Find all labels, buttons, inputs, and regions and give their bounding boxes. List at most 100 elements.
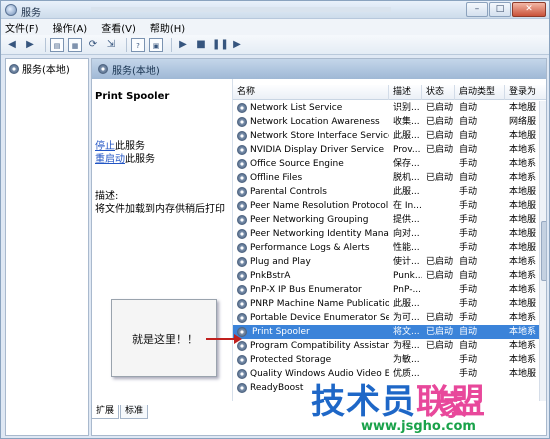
help-icon[interactable]: ?	[131, 37, 145, 52]
tab-standard[interactable]: 标准	[120, 405, 149, 419]
service-startup-type: 自动	[459, 117, 478, 127]
view-icon[interactable]: ▣	[149, 37, 163, 52]
callout-text: 就是这里！！	[132, 333, 198, 346]
column-header-description[interactable]: 描述	[389, 84, 422, 100]
service-name: Print Spooler	[250, 325, 312, 339]
properties-icon[interactable]: ▦	[68, 37, 82, 52]
service-name-cell: Program Compatibility Assistant S...	[233, 339, 389, 353]
service-name-cell: Peer Networking Identity Manager	[233, 227, 389, 241]
watermark-url: www.jsgho.com	[361, 419, 476, 434]
toolbar-divider	[126, 37, 127, 52]
service-row[interactable]: Network Store Interface Service 此服... 已启动自…	[233, 129, 546, 143]
service-row[interactable]: Offline Files 脱机... 已启动 自动 本地系	[233, 171, 546, 185]
pane-header: 服务(本地)	[92, 59, 546, 79]
menu-help[interactable]: 帮助(H)	[150, 20, 185, 35]
view-tabs: 扩展 标准	[91, 405, 211, 419]
services-rows: Network List Service 识别... 已启动 自动 本地服 Network…	[233, 101, 546, 395]
services-window: 服务 – □ ✕ 文件(F) 操作(A) 查看(V) 帮助(H) ◀ ▶ ▤ ▦…	[0, 0, 550, 439]
restart-icon[interactable]: ▶	[230, 38, 244, 52]
service-row[interactable]: Office Source Engine 保存... 手动 本地系	[233, 157, 546, 171]
service-row[interactable]: Peer Networking Grouping 提供... 手动 本地服	[233, 213, 546, 227]
service-gear-icon	[237, 201, 247, 211]
toolbar-divider	[171, 37, 172, 52]
service-row[interactable]: Network Location Awareness 收集... 已启动 自动 网络服	[233, 115, 546, 129]
service-row[interactable]: Peer Networking Identity Manager 向对... 手动本…	[233, 227, 546, 241]
service-name-cell: Print Spooler	[233, 325, 389, 339]
service-row[interactable]: Network List Service 识别... 已启动 自动 本地服	[233, 101, 546, 115]
back-icon[interactable]: ◀	[5, 38, 19, 52]
service-startup-type: 手动	[459, 201, 478, 211]
vertical-scrollbar[interactable]	[539, 101, 546, 401]
service-row[interactable]: Peer Name Resolution Protocol 在 In... 手动 本地…	[233, 199, 546, 213]
service-description: Punk...	[393, 271, 422, 281]
refresh-icon[interactable]: ⟳	[86, 38, 100, 52]
menu-view[interactable]: 查看(V)	[101, 20, 136, 35]
service-name: Plug and Play	[250, 257, 311, 267]
service-description: 识别...	[393, 103, 420, 113]
service-name-cell: Plug and Play	[233, 255, 389, 269]
service-row[interactable]: PnkBstrA Punk... 已启动 自动 本地系	[233, 269, 546, 283]
service-startup-type: 手动	[459, 285, 478, 295]
column-header-status[interactable]: 状态	[422, 84, 455, 100]
service-name-cell: Network Location Awareness	[233, 115, 389, 129]
service-description: 此服...	[393, 187, 420, 197]
maximize-button[interactable]: □	[489, 2, 511, 17]
service-startup-type: 手动	[459, 299, 478, 309]
restart-service-suffix: 此服务	[125, 154, 155, 165]
title-bar[interactable]: 服务 – □ ✕	[1, 1, 549, 19]
play-icon[interactable]: ▶	[176, 38, 190, 52]
service-row[interactable]: Protected Storage 为敏... 手动 本地系	[233, 353, 546, 367]
service-description: 为敏...	[393, 355, 420, 365]
title-blur-strip	[91, 7, 391, 12]
service-row[interactable]: NVIDIA Display Driver Service Prov... 已启动自…	[233, 143, 546, 157]
service-gear-icon	[237, 229, 247, 239]
tree-item-services-local[interactable]: 服务(本地)	[9, 61, 70, 76]
console-tree-icon[interactable]: ▤	[50, 37, 64, 52]
service-row[interactable]: Plug and Play 使计... 已启动 自动 本地系	[233, 255, 546, 269]
service-status	[422, 297, 455, 311]
service-row[interactable]: Performance Logs & Alerts 性能... 手动 本地服	[233, 241, 546, 255]
menu-action[interactable]: 操作(A)	[53, 20, 88, 35]
column-header-startup-type[interactable]: 启动类型	[455, 84, 505, 100]
service-status	[422, 157, 455, 171]
service-status: 已启动	[426, 257, 454, 267]
close-button[interactable]: ✕	[512, 2, 546, 17]
forward-icon[interactable]: ▶	[23, 38, 37, 52]
service-gear-icon	[237, 131, 247, 141]
service-name: Network List Service	[250, 103, 343, 113]
service-status	[422, 185, 455, 199]
service-row[interactable]: PnP-X IP Bus Enumerator PnP-... 手动 本地系	[233, 283, 546, 297]
red-arrow-icon	[206, 334, 242, 344]
service-row[interactable]: Portable Device Enumerator Service 为可... 已…	[233, 311, 546, 325]
service-name-cell: NVIDIA Display Driver Service	[233, 143, 389, 157]
service-description: 此服...	[393, 131, 420, 141]
service-status: 已启动	[426, 131, 454, 141]
service-row[interactable]: Program Compatibility Assistant S... 为程..…	[233, 339, 546, 353]
scrollbar-thumb[interactable]	[541, 221, 546, 281]
menu-file[interactable]: 文件(F)	[5, 20, 39, 35]
column-header-logon-as[interactable]: 登录为	[505, 85, 546, 100]
service-name: Peer Networking Identity Manager	[250, 229, 389, 239]
service-name-cell: Parental Controls	[233, 185, 389, 199]
service-gear-icon	[237, 103, 247, 113]
service-gear-icon	[237, 215, 247, 225]
pause-icon[interactable]: ❚❚	[212, 38, 229, 52]
service-row[interactable]: PNRP Machine Name Publication ... 此服... 手动…	[233, 297, 546, 311]
service-startup-type: 自动	[459, 341, 478, 351]
service-row[interactable]: Parental Controls 此服... 手动 本地服	[233, 185, 546, 199]
window-title: 服务	[21, 8, 41, 19]
stop-icon[interactable]: ■	[194, 38, 208, 52]
service-row[interactable]: Print Spooler 将文... 已启动 自动 本地系	[233, 325, 546, 339]
service-name-cell: PnP-X IP Bus Enumerator	[233, 283, 389, 297]
minimize-button[interactable]: –	[466, 2, 488, 17]
restart-service-link[interactable]: 重启动	[95, 154, 125, 165]
toolbar: ◀ ▶ ▤ ▦ ⟳ ⇲ ? ▣ ▶ ■ ❚❚ ▶	[1, 35, 549, 55]
tab-extended[interactable]: 扩展	[91, 405, 120, 419]
service-startup-type: 自动	[459, 257, 478, 267]
service-name: PNRP Machine Name Publication ...	[250, 299, 389, 309]
export-icon[interactable]: ⇲	[104, 38, 118, 52]
service-name-cell: Offline Files	[233, 171, 389, 185]
column-header-name[interactable]: 名称	[233, 84, 389, 100]
service-name: Parental Controls	[250, 187, 327, 197]
service-name-cell: Portable Device Enumerator Service	[233, 311, 389, 325]
